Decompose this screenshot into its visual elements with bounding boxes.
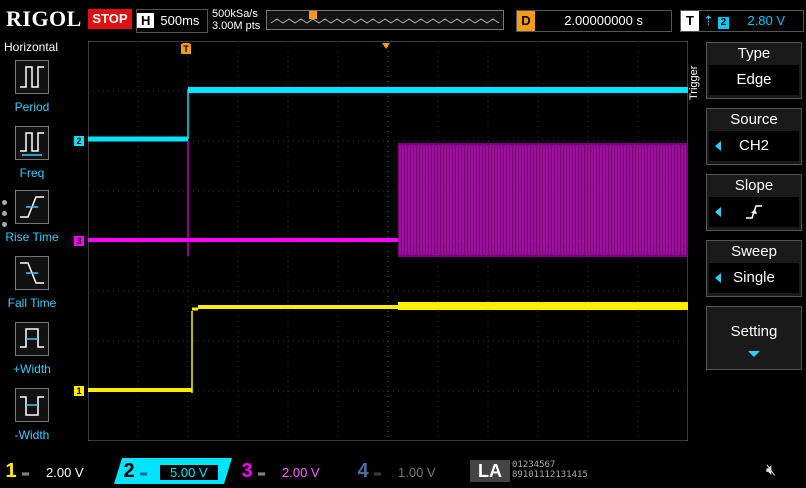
logic-analyzer-button[interactable]: LA (470, 460, 510, 482)
logic-channel-indicators: 01234567 89101112131415 (512, 460, 588, 480)
dc-coupling-icon: ═ (374, 469, 382, 480)
trigger-readout[interactable]: T ⇡ 2 2.80 V (680, 10, 804, 32)
acquisition-info: 500kSa/s 3.00M pts (212, 8, 260, 32)
down-arrow-icon (748, 351, 760, 357)
measure-period-label: Period (14, 100, 50, 114)
measure-menu: Horizontal Period Freq Rise Time Fall Ti… (0, 40, 62, 450)
trigger-position-marker (309, 11, 317, 19)
ch3-offset-marker[interactable]: 3 (74, 236, 84, 246)
measure-menu-title: Horizontal (4, 40, 59, 54)
memory-overview-wave (270, 18, 500, 24)
measure-pos-width-label: +Width (13, 362, 51, 376)
trigger-channel-badge: 2 (717, 17, 729, 29)
sample-rate: 500kSa/s (212, 8, 258, 20)
measure-freq-label: Freq (19, 166, 45, 180)
trigger-source-button[interactable]: Source CH2 (706, 108, 802, 165)
measure-fall-time-label: Fall Time (7, 296, 57, 310)
trigger-setting-label: Setting (730, 323, 778, 340)
channel-status-bar: 1 ═ 2.00 V 2 ═ 5.00 V 3 ═ 2.00 V 4 ═ 1.00 V LA 0… (0, 456, 806, 486)
measure-period-button[interactable]: Period (4, 60, 60, 118)
ch3-number: 3 (241, 460, 253, 482)
trigger-source-value-box: CH2 (709, 131, 799, 161)
trigger-sweep-value-box: Single (709, 263, 799, 293)
memory-depth: 3.00M pts (212, 20, 261, 32)
fall-time-icon (15, 256, 49, 290)
measure-neg-width-button[interactable]: -Width (4, 388, 60, 446)
ch1-offset-marker[interactable]: 1 (74, 386, 84, 396)
dc-coupling-icon: ═ (258, 469, 266, 480)
trigger-slope-label: Slope (734, 177, 774, 194)
left-arrow-icon (715, 141, 721, 151)
freq-icon (15, 126, 49, 160)
ch1-number: 1 (5, 460, 17, 482)
trigger-slope-value-box (709, 197, 799, 227)
trigger-sweep-label: Sweep (731, 243, 777, 260)
trigger-type-button[interactable]: Type Edge (706, 42, 802, 99)
left-arrow-icon (715, 273, 721, 283)
delay-readout[interactable]: D 2.00000000 s (516, 10, 672, 32)
rise-time-icon (15, 190, 49, 224)
waveform-area (88, 41, 688, 441)
trigger-menu-title: Trigger (688, 65, 700, 100)
timebase-value: 500ms (160, 13, 200, 28)
rising-slope-icon (746, 205, 762, 219)
trigger-time-marker[interactable]: T (181, 44, 191, 54)
measure-fall-time-button[interactable]: Fall Time (4, 256, 60, 314)
rigol-logo: RIGOL (6, 6, 82, 31)
timebase-key: H (137, 13, 155, 28)
ch3-scale: 2.00 V (282, 465, 320, 480)
memory-overview[interactable] (266, 10, 504, 30)
ch2-scale: 5.00 V (160, 465, 218, 480)
speaker-muted-icon[interactable]: 🔇︎ (766, 462, 776, 480)
dc-coupling-icon: ═ (22, 469, 30, 480)
delay-key: D (517, 11, 535, 31)
ch1-scale: 2.00 V (46, 465, 84, 480)
measure-rise-time-label: Rise Time (5, 230, 59, 244)
left-arrow-icon (715, 207, 721, 217)
trigger-slope-button[interactable]: Slope (706, 174, 802, 231)
measure-rise-time-button[interactable]: Rise Time (4, 190, 60, 248)
positive-width-icon (15, 322, 49, 356)
run-stop-status[interactable]: STOP (88, 9, 132, 29)
measure-neg-width-label: -Width (14, 428, 50, 442)
ch1-status[interactable]: 1 ═ 2.00 V (0, 458, 110, 484)
trigger-source-label: Source (730, 111, 778, 128)
trigger-sweep-button[interactable]: Sweep Single (706, 240, 802, 297)
ch2-number: 2 (123, 460, 135, 482)
ch2-offset-marker[interactable]: 2 (74, 136, 84, 146)
timebase-readout[interactable]: H 500ms (136, 9, 208, 33)
ch3-status[interactable]: 3 ═ 2.00 V (236, 458, 346, 484)
dc-coupling-icon: ═ (140, 469, 148, 480)
delay-value: 2.00000000 s (564, 13, 643, 28)
waveform-display[interactable] (88, 41, 688, 441)
trigger-level: 2.80 V (747, 13, 785, 28)
ch4-status[interactable]: 4 ═ 1.00 V (352, 458, 462, 484)
trigger-key: T (681, 11, 699, 31)
measure-freq-button[interactable]: Freq (4, 126, 60, 184)
trigger-type-value: Edge (709, 65, 799, 95)
trigger-type-label: Type (737, 45, 771, 62)
negative-width-icon (15, 388, 49, 422)
trigger-sweep-value: Single (733, 269, 775, 286)
period-icon (15, 60, 49, 94)
ch4-number: 4 (357, 460, 369, 482)
trigger-setting-button[interactable]: Setting (706, 306, 802, 370)
trigger-source-value: CH2 (738, 137, 769, 154)
measure-pos-width-button[interactable]: +Width (4, 322, 60, 380)
top-status-bar: RIGOL STOP H 500ms 500kSa/s 3.00M pts D 2… (0, 0, 806, 36)
trigger-menu: Type Edge Source CH2 Slope Sweep Single … (706, 40, 806, 440)
rising-edge-icon: ⇡ (703, 13, 714, 28)
ch4-scale: 1.00 V (398, 465, 436, 480)
ch2-status[interactable]: 2 ═ 5.00 V (114, 458, 232, 484)
